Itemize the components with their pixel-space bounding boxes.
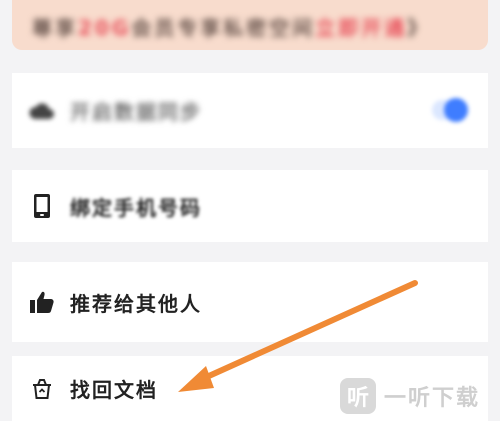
data-sync-row[interactable]: 开启数据同步 [12,73,488,148]
recycle-bin-icon [28,375,56,403]
data-sync-label: 开启数据同步 [70,100,202,124]
vip-promo-banner[interactable]: 尊享20G会员专享私密空间立即开通》 [12,0,488,50]
data-sync-toggle[interactable] [432,98,468,122]
thumbs-up-icon [28,288,56,316]
promo-text: 尊享20G会员专享私密空间立即开通》 [32,16,431,40]
phone-icon [28,192,56,220]
recover-docs-label: 找回文档 [70,378,158,402]
cloud-icon [28,97,56,125]
watermark-text: 一听下载 [384,386,481,411]
bind-phone-row[interactable]: 绑定手机号码 [12,170,488,242]
site-watermark: 听 一听下载 [340,378,480,414]
recommend-row[interactable]: 推荐给其他人 [12,262,488,342]
bind-phone-label: 绑定手机号码 [70,195,202,220]
watermark-logo: 听 [340,378,376,414]
recommend-label: 推荐给其他人 [70,291,202,316]
